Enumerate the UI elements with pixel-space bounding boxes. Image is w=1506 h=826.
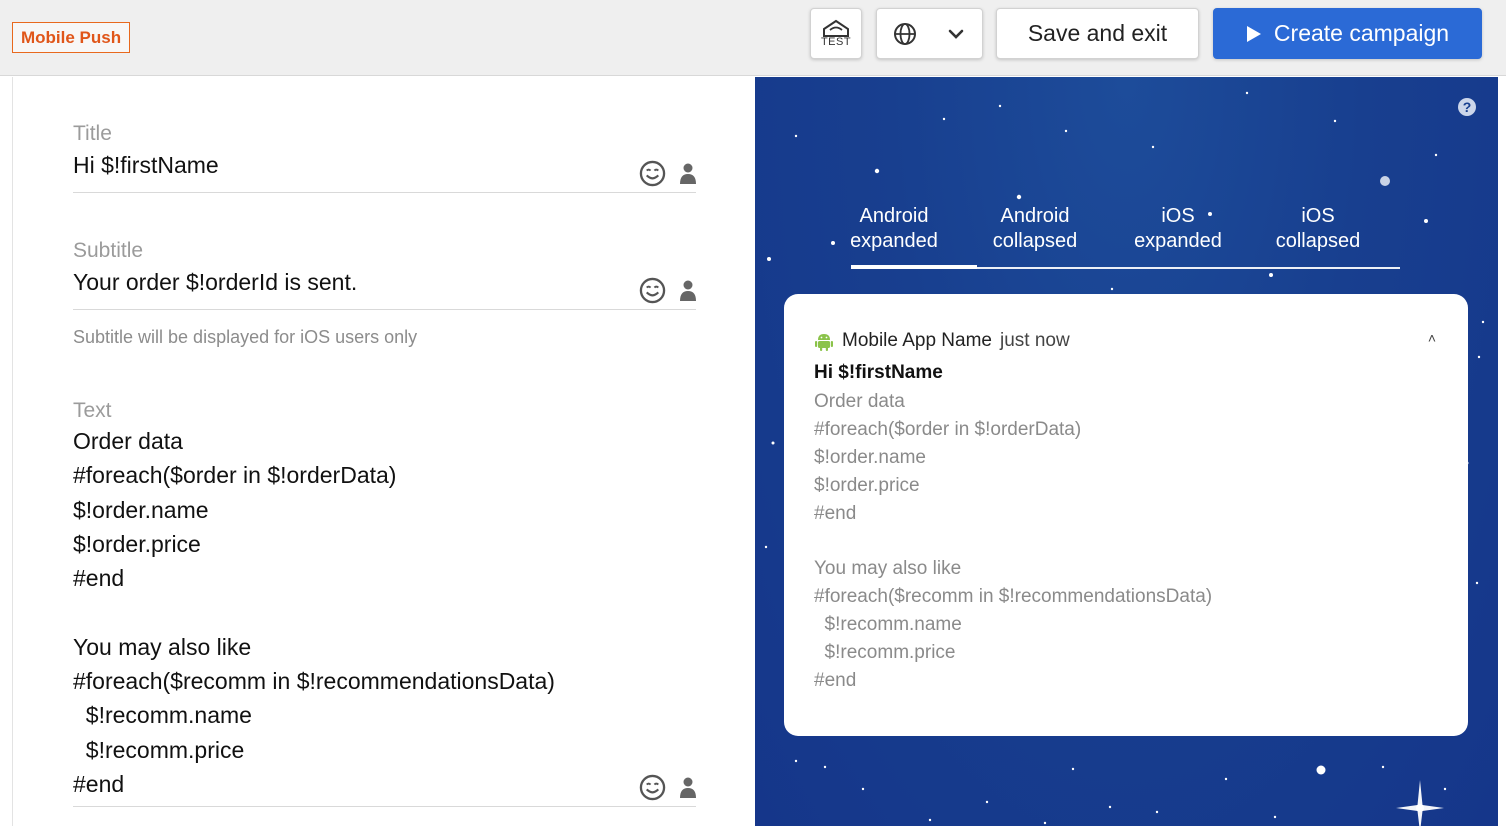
emoji-icon[interactable] <box>639 277 666 304</box>
tab-ios-expanded[interactable]: iOS expanded <box>1115 204 1241 254</box>
help-icon[interactable]: ? <box>1458 98 1476 116</box>
create-campaign-button[interactable]: Create campaign <box>1213 8 1482 59</box>
top-bar: Mobile Push TEST Save and exit Create ca… <box>0 0 1506 76</box>
channel-badge: Mobile Push <box>12 22 131 53</box>
test-button[interactable]: TEST <box>810 8 862 59</box>
person-icon[interactable] <box>680 777 696 799</box>
title-field[interactable]: Title Hi $!firstName <box>73 122 696 193</box>
test-icon <box>823 19 849 37</box>
preview-panel: ? Android expanded Android collapsed iOS… <box>755 77 1498 826</box>
language-dropdown[interactable] <box>876 8 983 59</box>
subtitle-label: Subtitle <box>73 239 144 262</box>
tab-android-expanded[interactable]: Android expanded <box>831 204 957 254</box>
notification-time: just now <box>999 330 1070 351</box>
text-field[interactable]: Text Order data #foreach($order in $!ord… <box>73 399 696 807</box>
globe-icon <box>894 22 916 45</box>
test-label: TEST <box>820 36 852 48</box>
person-icon[interactable] <box>680 163 696 185</box>
create-campaign-label: Create campaign <box>1273 20 1450 46</box>
active-tab-indicator <box>851 265 977 269</box>
tab-android-collapsed[interactable]: Android collapsed <box>972 204 1098 254</box>
title-label: Title <box>73 122 112 145</box>
text-label: Text <box>73 399 112 422</box>
emoji-icon[interactable] <box>639 774 666 801</box>
save-and-exit-button[interactable]: Save and exit <box>996 8 1199 59</box>
chevron-up-icon[interactable]: ˄ <box>1428 330 1436 346</box>
notification-body: Order data #foreach($order in $!orderDat… <box>814 391 1213 692</box>
notification-card: Mobile App Name just now ˄ Hi $!firstNam… <box>784 294 1468 736</box>
subtitle-hint: Subtitle will be displayed for iOS users… <box>73 327 418 347</box>
title-input[interactable]: Hi $!firstName <box>73 148 696 182</box>
tab-ios-collapsed[interactable]: iOS collapsed <box>1255 204 1381 254</box>
app-name: Mobile App Name <box>842 330 992 351</box>
subtitle-field[interactable]: Subtitle Your order $!orderId is sent. <box>73 239 696 310</box>
play-icon <box>1246 25 1261 42</box>
chevron-down-icon <box>948 29 964 39</box>
android-icon <box>815 334 833 351</box>
text-input[interactable]: Order data #foreach($order in $!orderDat… <box>73 424 696 801</box>
emoji-icon[interactable] <box>639 160 666 187</box>
editor-panel: Title Hi $!firstName Subtitle Your order… <box>12 77 755 826</box>
subtitle-input[interactable]: Your order $!orderId is sent. <box>73 265 696 299</box>
person-icon[interactable] <box>680 280 696 302</box>
notification-title: Hi $!firstName <box>814 362 943 383</box>
